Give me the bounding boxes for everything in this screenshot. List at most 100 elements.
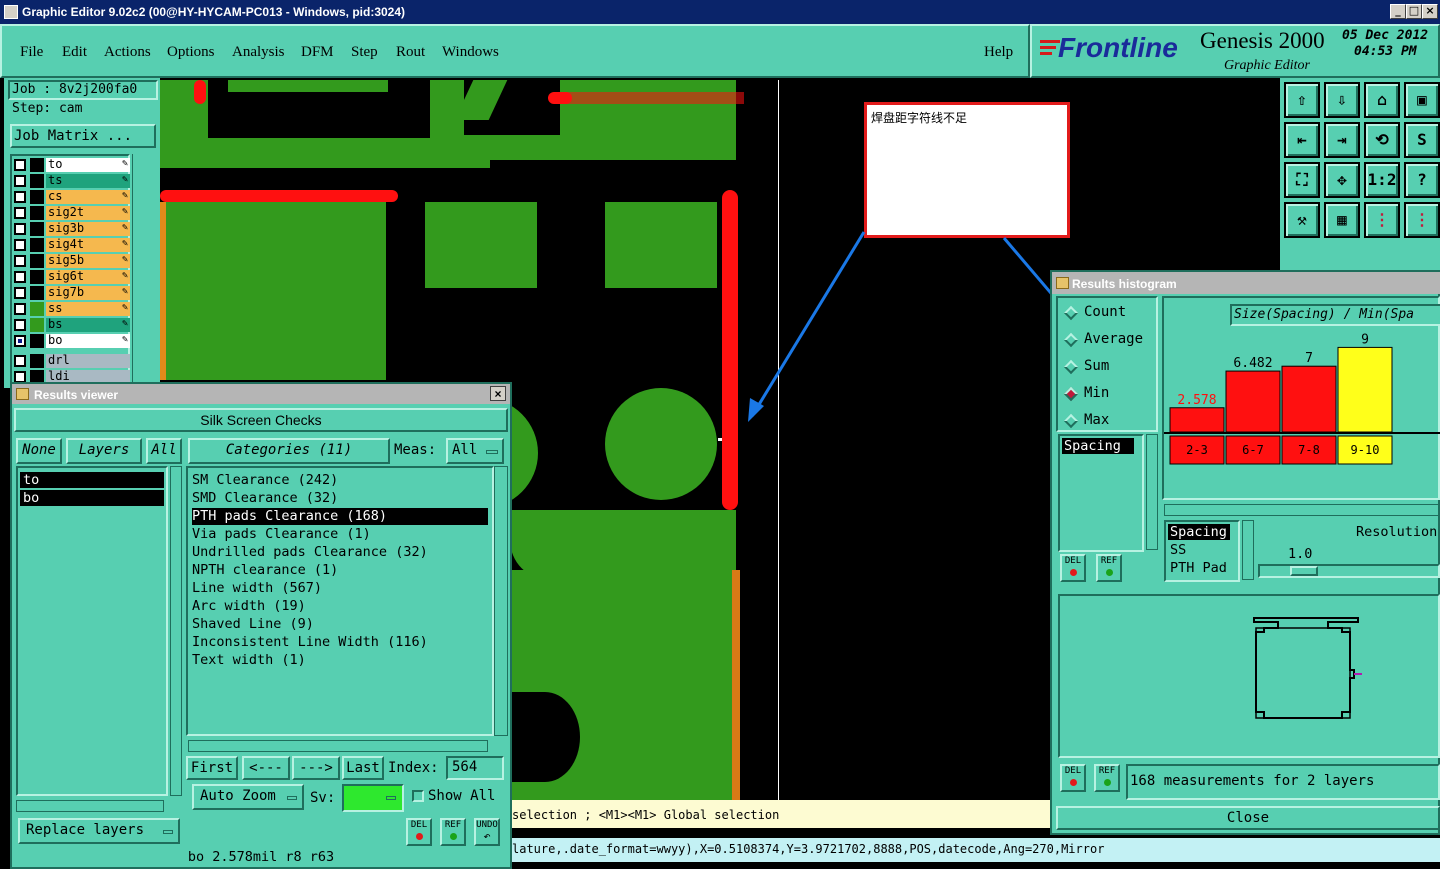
layer-row-ts[interactable]: ts ✎ bbox=[12, 174, 130, 188]
meas-dropdown[interactable]: All bbox=[446, 438, 504, 464]
layer-row-ss[interactable]: ss ✎ bbox=[12, 302, 130, 316]
first-button[interactable]: First bbox=[186, 756, 238, 780]
category-item[interactable]: Inconsistent Line Width (116) bbox=[192, 634, 488, 651]
layer-row-bs[interactable]: bs ✎ bbox=[12, 318, 130, 332]
category-type-item[interactable]: PTH Pad bbox=[1170, 560, 1227, 576]
measure-icon[interactable]: ⚒ bbox=[1284, 202, 1320, 238]
layer-checkbox[interactable] bbox=[14, 287, 26, 299]
last-button[interactable]: Last bbox=[342, 756, 384, 780]
layer-checkbox[interactable] bbox=[14, 271, 26, 283]
slider-handle[interactable] bbox=[1290, 566, 1318, 576]
zoom-home-icon[interactable]: ⇧ bbox=[1284, 82, 1320, 118]
category-item[interactable]: Line width (567) bbox=[192, 580, 488, 597]
snake-icon[interactable]: S bbox=[1404, 122, 1440, 158]
layer-row-sig2t[interactable]: sig2t ✎ bbox=[12, 206, 130, 220]
layer-name[interactable]: sig4t bbox=[46, 238, 130, 252]
layer-checkbox[interactable] bbox=[14, 303, 26, 315]
del-button[interactable]: DEL bbox=[406, 818, 432, 846]
category-list[interactable]: SM Clearance (242) SMD Clearance (32) PTH … bbox=[186, 466, 494, 736]
type-scrollbar[interactable] bbox=[1146, 434, 1158, 550]
hist-ref-button[interactable]: REF bbox=[1096, 554, 1122, 582]
prev-button[interactable]: <--- bbox=[242, 756, 290, 780]
category-item[interactable]: Undrilled pads Clearance (32) bbox=[192, 544, 488, 561]
layer-name[interactable]: sig2t bbox=[46, 206, 130, 220]
category-type-list[interactable]: Spacing SS PTH Pad bbox=[1164, 520, 1240, 582]
center-icon[interactable]: ✥ bbox=[1324, 162, 1360, 198]
zoom-out-icon[interactable]: ⇩ bbox=[1324, 82, 1360, 118]
layer-name[interactable]: bs bbox=[46, 318, 130, 332]
histogram-bar[interactable] bbox=[1225, 370, 1281, 433]
layer-checkbox[interactable] bbox=[14, 223, 26, 235]
result-layer-list[interactable]: to bo bbox=[16, 466, 168, 796]
replace-layers-dropdown[interactable]: Replace layers bbox=[18, 818, 180, 844]
layer-name[interactable]: ts bbox=[46, 174, 130, 188]
command-line[interactable]: lature,.date_format=wwyy),X=0.5108374,Y=… bbox=[512, 838, 1440, 862]
preview-del-button[interactable]: DEL bbox=[1060, 764, 1086, 792]
category-item[interactable]: Via pads Clearance (1) bbox=[192, 526, 488, 543]
layer-checkbox[interactable] bbox=[14, 319, 26, 331]
category-item[interactable]: Shaved Line (9) bbox=[192, 616, 488, 633]
category-item[interactable]: Text width (1) bbox=[192, 652, 488, 669]
index-input[interactable]: 564 bbox=[446, 756, 504, 780]
category-type-item[interactable]: Spacing bbox=[1168, 524, 1230, 540]
layer-list-scrollbar[interactable] bbox=[170, 466, 182, 796]
layer-compare-icon[interactable]: ⋮ bbox=[1364, 202, 1400, 238]
preview-ref-button[interactable]: REF bbox=[1094, 764, 1120, 792]
category-scrollbar[interactable] bbox=[494, 466, 508, 736]
home-icon[interactable]: ⌂ bbox=[1364, 82, 1400, 118]
layer-checkbox[interactable] bbox=[14, 175, 26, 187]
chart-hscrollbar[interactable] bbox=[1164, 504, 1440, 516]
results-viewer-close-button[interactable]: × bbox=[490, 386, 506, 401]
show-all-checkbox[interactable] bbox=[412, 790, 424, 802]
category-item[interactable]: SM Clearance (242) bbox=[192, 472, 488, 489]
window-icon[interactable]: ▣ bbox=[1404, 82, 1440, 118]
layer-list-hscrollbar[interactable] bbox=[16, 800, 164, 812]
next-button[interactable]: ---> bbox=[292, 756, 340, 780]
layer-name[interactable]: sig3b bbox=[46, 222, 130, 236]
layer-row-cs[interactable]: cs ✎ bbox=[12, 190, 130, 204]
categories-button[interactable]: Categories (11) bbox=[188, 438, 390, 464]
type-list[interactable]: Spacing bbox=[1058, 434, 1144, 552]
type-item-selected[interactable]: Spacing bbox=[1062, 438, 1134, 454]
grid-icon[interactable]: ▦ bbox=[1324, 202, 1360, 238]
layer-row-sig4t[interactable]: sig4t ✎ bbox=[12, 238, 130, 252]
layer-compare-2-icon[interactable]: ⋮ bbox=[1404, 202, 1440, 238]
layer-name[interactable]: sig7b bbox=[46, 286, 130, 300]
resolution-slider[interactable] bbox=[1258, 564, 1440, 578]
layer-checkbox[interactable] bbox=[14, 355, 26, 367]
layer-checkbox[interactable] bbox=[14, 191, 26, 203]
layer-name[interactable]: drl bbox=[46, 354, 130, 368]
layer-row-sig5b[interactable]: sig5b ✎ bbox=[12, 254, 130, 268]
layer-row-sig6t[interactable]: sig6t ✎ bbox=[12, 270, 130, 284]
auto-zoom-dropdown[interactable]: Auto Zoom bbox=[192, 784, 304, 810]
undo-button[interactable]: UNDO ↶ bbox=[474, 818, 500, 846]
help-icon[interactable]: ? bbox=[1404, 162, 1440, 198]
job-matrix-button[interactable]: Job Matrix ... bbox=[10, 124, 156, 148]
result-layer-item[interactable]: bo bbox=[20, 490, 164, 506]
layer-name[interactable]: cs bbox=[46, 190, 130, 204]
category-hscrollbar[interactable] bbox=[188, 740, 488, 752]
layer-name[interactable]: sig6t bbox=[46, 270, 130, 284]
layer-list-scrollbar[interactable] bbox=[132, 154, 158, 386]
category-type-scrollbar[interactable] bbox=[1242, 520, 1254, 580]
histogram-close-button[interactable]: Close bbox=[1056, 806, 1440, 830]
result-layer-item[interactable]: to bbox=[20, 472, 164, 488]
category-item[interactable]: Arc width (19) bbox=[192, 598, 488, 615]
layer-row-bo[interactable]: bo ✎ bbox=[12, 334, 130, 348]
pan-right-icon[interactable]: ⇥ bbox=[1324, 122, 1360, 158]
layer-checkbox[interactable] bbox=[14, 255, 26, 267]
layer-checkbox[interactable] bbox=[14, 207, 26, 219]
category-item[interactable]: PTH pads Clearance (168) bbox=[192, 508, 488, 525]
layer-name[interactable]: sig5b bbox=[46, 254, 130, 268]
histogram-bar[interactable] bbox=[1281, 365, 1337, 433]
layer-row-sig7b[interactable]: sig7b ✎ bbox=[12, 286, 130, 300]
layer-checkbox[interactable] bbox=[14, 239, 26, 251]
histogram-bar[interactable] bbox=[1337, 346, 1393, 433]
fit-icon[interactable]: ⛶ bbox=[1284, 162, 1320, 198]
none-button[interactable]: None bbox=[16, 438, 62, 464]
hist-del-button[interactable]: DEL bbox=[1060, 554, 1086, 582]
layer-name[interactable]: bo bbox=[46, 334, 130, 348]
layer-row-to[interactable]: to ✎ bbox=[12, 158, 130, 172]
ref-button[interactable]: REF bbox=[440, 818, 466, 846]
layer-checkbox[interactable] bbox=[14, 159, 26, 171]
